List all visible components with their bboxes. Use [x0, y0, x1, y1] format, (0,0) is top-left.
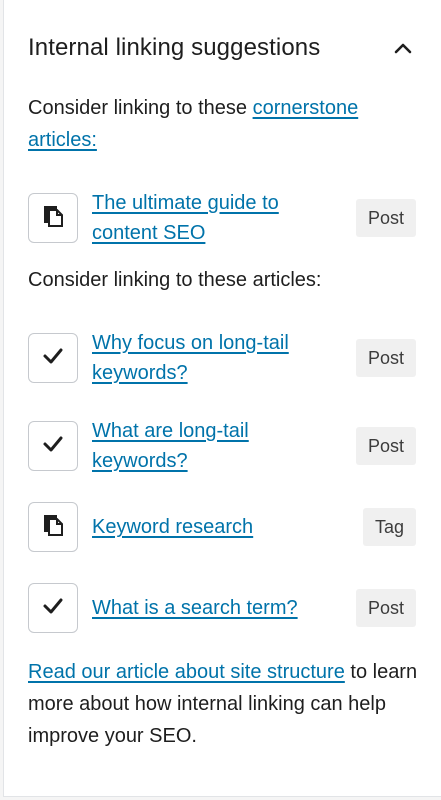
- checkmark-icon: [42, 597, 64, 620]
- site-structure-note: Read our article about site structure to…: [28, 656, 428, 752]
- checkmark-icon: [42, 347, 64, 370]
- copy-link-button[interactable]: [28, 193, 78, 243]
- list-item: The ultimate guide to content SEO Post: [28, 188, 418, 248]
- site-structure-link[interactable]: Read our article about site structure: [28, 661, 345, 683]
- type-badge: Post: [355, 199, 416, 237]
- internal-linking-panel: Internal linking suggestions Consider li…: [3, 0, 441, 797]
- suggestion-link[interactable]: The ultimate guide to content SEO: [92, 188, 307, 248]
- cornerstone-intro-text: Consider linking to these: [28, 97, 253, 119]
- list-item: Why focus on long-tail keywords? Post: [28, 328, 418, 388]
- checkmark-icon: [42, 435, 64, 458]
- type-badge: Post: [355, 589, 416, 627]
- type-badge: Post: [355, 427, 416, 465]
- list-item: What is a search term? Post: [28, 578, 418, 638]
- suggestion-link[interactable]: What is a search term?: [92, 593, 307, 623]
- type-badge: Tag: [362, 508, 416, 546]
- list-item: What are long-tail keywords? Post: [28, 416, 418, 476]
- copy-link-button[interactable]: [28, 502, 78, 552]
- linked-status-button[interactable]: [28, 333, 78, 383]
- type-badge: Post: [355, 339, 416, 377]
- panel-title: Internal linking suggestions: [28, 34, 321, 61]
- copy-icon: [42, 513, 64, 542]
- panel-header[interactable]: Internal linking suggestions: [28, 30, 418, 66]
- copy-icon: [42, 204, 64, 233]
- suggestion-link[interactable]: Why focus on long-tail keywords?: [92, 328, 307, 388]
- linked-status-button[interactable]: [28, 421, 78, 471]
- cornerstone-intro: Consider linking to these cornerstone ar…: [28, 92, 418, 156]
- linked-status-button[interactable]: [28, 583, 78, 633]
- list-item: Keyword research Tag: [28, 502, 418, 552]
- suggestion-link[interactable]: Keyword research: [92, 512, 307, 542]
- chevron-up-icon[interactable]: [388, 33, 418, 63]
- suggestion-link[interactable]: What are long-tail keywords?: [92, 416, 307, 476]
- articles-intro: Consider linking to these articles:: [28, 269, 322, 291]
